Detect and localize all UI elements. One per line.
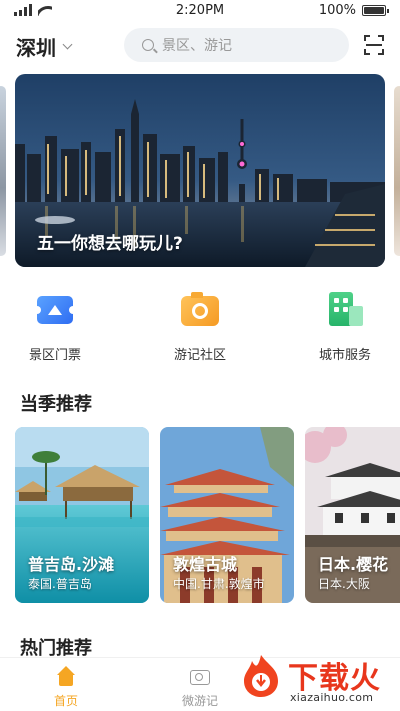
card-title: 敦煌古城 xyxy=(173,555,238,574)
service-label: 城市服务 xyxy=(318,348,371,363)
status-right: 100% xyxy=(318,3,389,18)
tab-label: 微游记 xyxy=(181,694,218,708)
card-subtitle: 泰国.普吉岛 xyxy=(28,577,92,591)
status-bar: 2:20PM 100% xyxy=(0,0,400,22)
service-label: 游记社区 xyxy=(173,348,226,363)
watermark-logo: 下载火 xiazaihuo.com xyxy=(236,649,396,707)
carousel-prev-peek[interactable] xyxy=(0,86,6,256)
search-icon xyxy=(142,39,154,51)
search-bar[interactable]: 景区、游记 xyxy=(124,28,349,62)
city-name: 深圳 xyxy=(16,36,56,60)
watermark-url: xiazaihuo.com xyxy=(290,691,374,704)
battery-icon xyxy=(362,5,389,16)
card-subtitle: 日本.大阪 xyxy=(318,577,370,591)
service-travel-community[interactable]: 游记社区 xyxy=(150,290,250,363)
battery-percent: 100% xyxy=(318,3,356,18)
season-card[interactable]: 日本.樱花 日本.大阪 xyxy=(305,427,400,603)
search-placeholder: 景区、游记 xyxy=(162,38,232,54)
tab-label: 首页 xyxy=(53,694,78,708)
card-title: 日本.樱花 xyxy=(318,555,389,574)
camera-icon xyxy=(180,290,220,330)
top-header: 深圳 景区、游记 xyxy=(0,26,400,64)
service-scenic-tickets[interactable]: 景区门票 xyxy=(5,290,105,363)
scan-icon[interactable] xyxy=(364,35,384,55)
camera-icon xyxy=(189,666,211,688)
carousel-next-peek[interactable] xyxy=(394,86,400,256)
service-city-services[interactable]: 城市服务 xyxy=(295,290,395,363)
season-section-title: 当季推荐 xyxy=(20,394,92,415)
quick-services: 景区门票 游记社区 城市服务 xyxy=(0,290,400,370)
flame-icon xyxy=(244,655,278,697)
service-label: 景区门票 xyxy=(28,348,81,363)
card-subtitle: 中国.甘肃.敦煌市 xyxy=(173,577,265,591)
app-screen: 2:20PM 100% 深圳 景区、游记 五一你想去哪玩儿? 景区门票 游记社区… xyxy=(0,0,400,711)
city-selector[interactable]: 深圳 xyxy=(16,32,73,61)
tab-home[interactable]: 首页 xyxy=(26,666,106,709)
tab-micro-travelogue[interactable]: 微游记 xyxy=(160,666,240,709)
building-icon xyxy=(325,290,365,330)
card-title: 普吉岛.沙滩 xyxy=(28,555,115,574)
banner-carousel[interactable]: 五一你想去哪玩儿? xyxy=(15,74,385,267)
season-card[interactable]: 敦煌古城 中国.甘肃.敦煌市 xyxy=(160,427,294,603)
home-icon xyxy=(55,666,77,688)
season-card[interactable]: 普吉岛.沙滩 泰国.普吉岛 xyxy=(15,427,149,603)
banner-caption: 五一你想去哪玩儿? xyxy=(37,234,183,254)
chevron-down-icon xyxy=(62,39,73,50)
ticket-icon xyxy=(33,290,77,330)
